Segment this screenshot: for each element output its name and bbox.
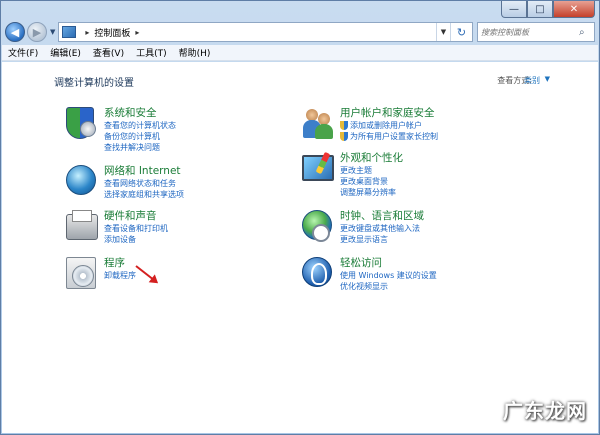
category-title-ease-of-access[interactable]: 轻松访问 xyxy=(340,257,437,270)
link-change-theme[interactable]: 更改主题 xyxy=(340,165,403,176)
link-recommended-settings[interactable]: 使用 Windows 建议的设置 xyxy=(340,270,437,281)
breadcrumb-chevron-icon[interactable]: ▸ xyxy=(85,28,89,37)
category-appearance: 外观和个性化 更改主题 更改桌面背景 调整屏幕分辨率 xyxy=(302,151,403,198)
forward-button[interactable]: ▶ xyxy=(27,22,47,42)
clock-globe-icon[interactable] xyxy=(302,210,334,242)
menu-edit[interactable]: 编辑(E) xyxy=(50,46,81,59)
menu-tools[interactable]: 工具(T) xyxy=(136,46,167,59)
search-icon[interactable]: ⌕ xyxy=(579,27,585,38)
link-find-fix-problems[interactable]: 查找并解决问题 xyxy=(104,142,176,153)
category-title-appearance[interactable]: 外观和个性化 xyxy=(340,152,403,165)
uac-shield-icon xyxy=(340,132,348,141)
link-add-device[interactable]: 添加设备 xyxy=(104,234,168,245)
category-title-user-accounts[interactable]: 用户帐户和家庭安全 xyxy=(340,107,438,120)
breadcrumb-chevron-icon[interactable]: ▸ xyxy=(135,28,139,37)
maximize-button[interactable]: □ xyxy=(527,1,553,18)
link-backup-computer[interactable]: 备份您的计算机 xyxy=(104,131,176,142)
category-user-accounts: 用户帐户和家庭安全 添加或删除用户帐户 为所有用户设置家长控制 xyxy=(302,107,438,142)
page-title: 调整计算机的设置 xyxy=(54,78,134,89)
address-right-controls: ▼ ↻ xyxy=(436,23,472,41)
search-input[interactable] xyxy=(481,27,579,37)
programs-icon[interactable] xyxy=(66,257,98,289)
menu-file[interactable]: 文件(F) xyxy=(8,46,38,59)
category-title-network[interactable]: 网络和 Internet xyxy=(104,165,184,178)
link-change-keyboard[interactable]: 更改键盘或其他输入法 xyxy=(340,223,424,234)
content-area: 调整计算机的设置 查看方式: 类别 ▼ 系统和安全 查看您的计算机状态 备份您的… xyxy=(2,62,598,433)
category-hardware-sound: 硬件和声音 查看设备和打印机 添加设备 xyxy=(66,210,168,245)
category-title-system-security[interactable]: 系统和安全 xyxy=(104,107,176,120)
appearance-icon[interactable] xyxy=(302,151,334,184)
red-pointer-arrow xyxy=(135,265,158,283)
menu-help[interactable]: 帮助(H) xyxy=(179,46,211,59)
close-button[interactable]: ✕ xyxy=(553,1,595,18)
category-title-clock-region[interactable]: 时钟、语言和区域 xyxy=(340,210,424,223)
address-row: ◀ ▶ ▼ ▸ 控制面板 ▸ ▼ ↻ ⌕ xyxy=(5,21,595,43)
breadcrumb-control-panel[interactable]: 控制面板 xyxy=(94,26,130,39)
network-globe-icon[interactable] xyxy=(66,165,98,197)
view-by-chevron-down-icon[interactable]: ▼ xyxy=(545,75,550,83)
category-title-programs[interactable]: 程序 xyxy=(104,257,136,270)
category-clock-region: 时钟、语言和区域 更改键盘或其他输入法 更改显示语言 xyxy=(302,210,424,245)
control-panel-window: — □ ✕ ◀ ▶ ▼ ▸ 控制面板 ▸ ▼ ↻ ⌕ 文件(F) 编辑(E) 查… xyxy=(0,0,600,435)
link-network-status[interactable]: 查看网络状态和任务 xyxy=(104,178,184,189)
printer-icon[interactable] xyxy=(66,210,98,242)
shield-icon[interactable] xyxy=(66,107,98,139)
minimize-button[interactable]: — xyxy=(501,1,527,18)
category-title-hardware-sound[interactable]: 硬件和声音 xyxy=(104,210,168,223)
address-chevron-down-icon[interactable]: ▼ xyxy=(436,23,450,41)
view-by-dropdown[interactable]: 类别 xyxy=(524,75,540,86)
link-add-remove-users[interactable]: 添加或删除用户帐户 xyxy=(340,120,438,131)
recent-pages-chevron-down-icon[interactable]: ▼ xyxy=(50,28,55,36)
link-view-computer-status[interactable]: 查看您的计算机状态 xyxy=(104,120,176,131)
menu-bar: 文件(F) 编辑(E) 查看(V) 工具(T) 帮助(H) xyxy=(2,45,598,61)
category-network: 网络和 Internet 查看网络状态和任务 选择家庭组和共享选项 xyxy=(66,165,184,200)
control-panel-icon xyxy=(62,26,77,38)
back-button[interactable]: ◀ xyxy=(5,22,25,42)
link-optimize-display[interactable]: 优化视频显示 xyxy=(340,281,437,292)
link-parental-controls[interactable]: 为所有用户设置家长控制 xyxy=(340,131,438,142)
category-system-security: 系统和安全 查看您的计算机状态 备份您的计算机 查找并解决问题 xyxy=(66,107,176,153)
address-bar[interactable]: ▸ 控制面板 ▸ ▼ ↻ xyxy=(58,22,473,42)
refresh-icon[interactable]: ↻ xyxy=(450,23,472,41)
link-change-background[interactable]: 更改桌面背景 xyxy=(340,176,403,187)
search-box[interactable]: ⌕ xyxy=(477,22,595,42)
link-devices-printers[interactable]: 查看设备和打印机 xyxy=(104,223,168,234)
link-screen-resolution[interactable]: 调整屏幕分辨率 xyxy=(340,187,403,198)
caption-buttons: — □ ✕ xyxy=(501,1,595,19)
users-icon[interactable] xyxy=(302,107,334,139)
category-ease-of-access: 轻松访问 使用 Windows 建议的设置 优化视频显示 xyxy=(302,257,437,292)
link-change-display-language[interactable]: 更改显示语言 xyxy=(340,234,424,245)
ease-of-access-icon[interactable] xyxy=(302,257,334,289)
menu-view[interactable]: 查看(V) xyxy=(93,46,124,59)
category-programs: 程序 卸载程序 xyxy=(66,257,136,289)
link-homegroup-sharing[interactable]: 选择家庭组和共享选项 xyxy=(104,189,184,200)
uac-shield-icon xyxy=(340,121,348,130)
watermark: 广东龙网 xyxy=(503,399,587,423)
link-uninstall-program[interactable]: 卸载程序 xyxy=(104,270,136,281)
